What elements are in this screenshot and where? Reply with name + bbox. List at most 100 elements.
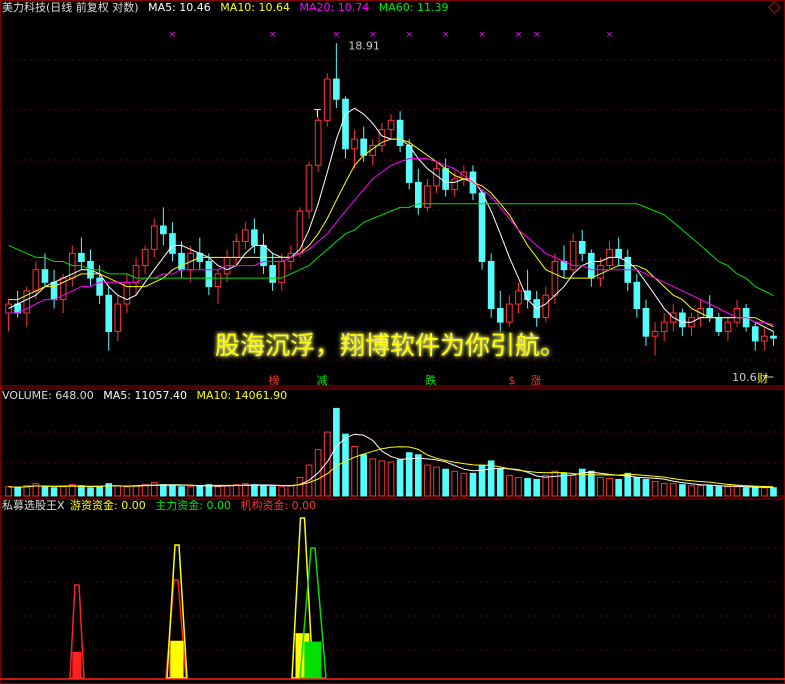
candle-body [96, 277, 103, 296]
volume-bar [515, 476, 522, 497]
candle-body [551, 260, 559, 296]
volume-bar [524, 477, 531, 497]
volume-bar [651, 481, 659, 497]
volume-bar [761, 487, 768, 497]
candle-body [679, 312, 686, 328]
volume-bar [132, 485, 140, 497]
volume-bar [96, 486, 103, 497]
volume-bar [706, 485, 714, 497]
volume-bar [87, 487, 94, 497]
candle-body [214, 273, 222, 288]
volume-bar [278, 486, 286, 497]
candle-body [141, 248, 149, 267]
cai-badge: 财 [757, 371, 768, 385]
ma60-label: MA60: 11.39 [378, 1, 449, 14]
candle-body [78, 252, 85, 262]
signal-mark: 榜 [269, 373, 280, 387]
volume-bar [597, 476, 604, 497]
candle-body [642, 308, 650, 337]
candle-body [715, 317, 723, 332]
ma20-label: MA20: 10.74 [299, 1, 370, 14]
volume-bar [14, 487, 21, 497]
top-marker: × [533, 30, 541, 40]
volume-bar [424, 464, 431, 497]
volume-bar [669, 483, 677, 497]
candle-body [178, 252, 185, 271]
volume-bar [123, 486, 131, 497]
t-marker: T [313, 107, 321, 120]
candle-body [724, 321, 732, 332]
volume-bar [251, 484, 258, 497]
volume-bar [697, 485, 704, 497]
volume-bar [114, 485, 122, 497]
volume-bar [751, 487, 759, 497]
vol-ma10-label: MA10: 14061.90 [196, 389, 288, 402]
indicator-spike-red-fill [72, 651, 82, 678]
volume-bar [615, 479, 622, 497]
candle-body [160, 225, 167, 235]
signal-mark: 涨 [531, 374, 542, 387]
volume-bar [360, 454, 368, 497]
volume-bar [269, 486, 276, 497]
volume-bar [169, 485, 176, 497]
candle-body [387, 119, 395, 131]
volume-bar [506, 474, 513, 497]
candle-body [269, 265, 276, 283]
zhuli-label: 主力资金: 0.00 [155, 499, 231, 512]
candle-body [50, 281, 58, 301]
high-price-label: 18.91 [348, 39, 380, 52]
volume-bar [633, 476, 641, 497]
volume-header: VOLUME: 648.00 MA5: 11057.40 MA10: 14061… [2, 389, 293, 403]
candle-body [278, 260, 286, 283]
candle-body [251, 229, 258, 246]
candle-body [651, 330, 659, 337]
volume-bar [469, 472, 477, 497]
stock-name: 美力科技(日线 前复权 对数) [2, 1, 139, 14]
volume-bar [196, 485, 204, 497]
volume-bar [642, 479, 650, 497]
top-marker: × [515, 30, 523, 40]
volume-bar [733, 486, 741, 497]
volume-bar [433, 466, 440, 497]
signal-mark: $ [509, 374, 516, 387]
volume-bar [724, 486, 732, 497]
candle-body [506, 303, 513, 323]
signal-mark: 跌 [426, 373, 437, 387]
volume-bar [770, 487, 777, 497]
candle-body [296, 210, 304, 254]
candle-body [32, 269, 40, 292]
candle-body [633, 281, 641, 310]
ma10-label: MA10: 10.64 [220, 1, 291, 14]
moving-average-ma5 [8, 107, 774, 332]
volume-bar [296, 476, 304, 497]
volume-bar [606, 477, 613, 497]
vol-ma5-label: MA5: 11057.40 [103, 389, 187, 402]
candle-body [205, 260, 213, 288]
volume-bar [223, 485, 231, 497]
volume-bar [178, 486, 185, 497]
candle-body [578, 240, 586, 254]
volume-bar [451, 470, 459, 497]
candle-body [542, 294, 550, 319]
candle-body [305, 164, 313, 212]
volume-bar [569, 474, 577, 497]
volume-bar [333, 407, 340, 497]
volume-bar [50, 487, 58, 497]
candle-body [150, 225, 158, 250]
candle-body [487, 260, 495, 310]
moving-average-ma10 [8, 138, 774, 328]
volume-bar [496, 468, 504, 497]
slogan: 股海沉浮，翔博软件为你引航。 [215, 331, 566, 360]
volume-bar [487, 460, 495, 497]
candle-body [132, 265, 140, 283]
volume-bar [214, 486, 222, 497]
volume-bar [679, 484, 686, 497]
top-marker: × [333, 30, 341, 40]
candle-body [5, 303, 12, 314]
volume-bar [260, 485, 267, 497]
volume-bar [369, 458, 377, 497]
top-marker: × [269, 30, 277, 40]
volume-bar [41, 486, 49, 497]
candle-body [496, 308, 504, 323]
volume-bar [78, 485, 85, 497]
